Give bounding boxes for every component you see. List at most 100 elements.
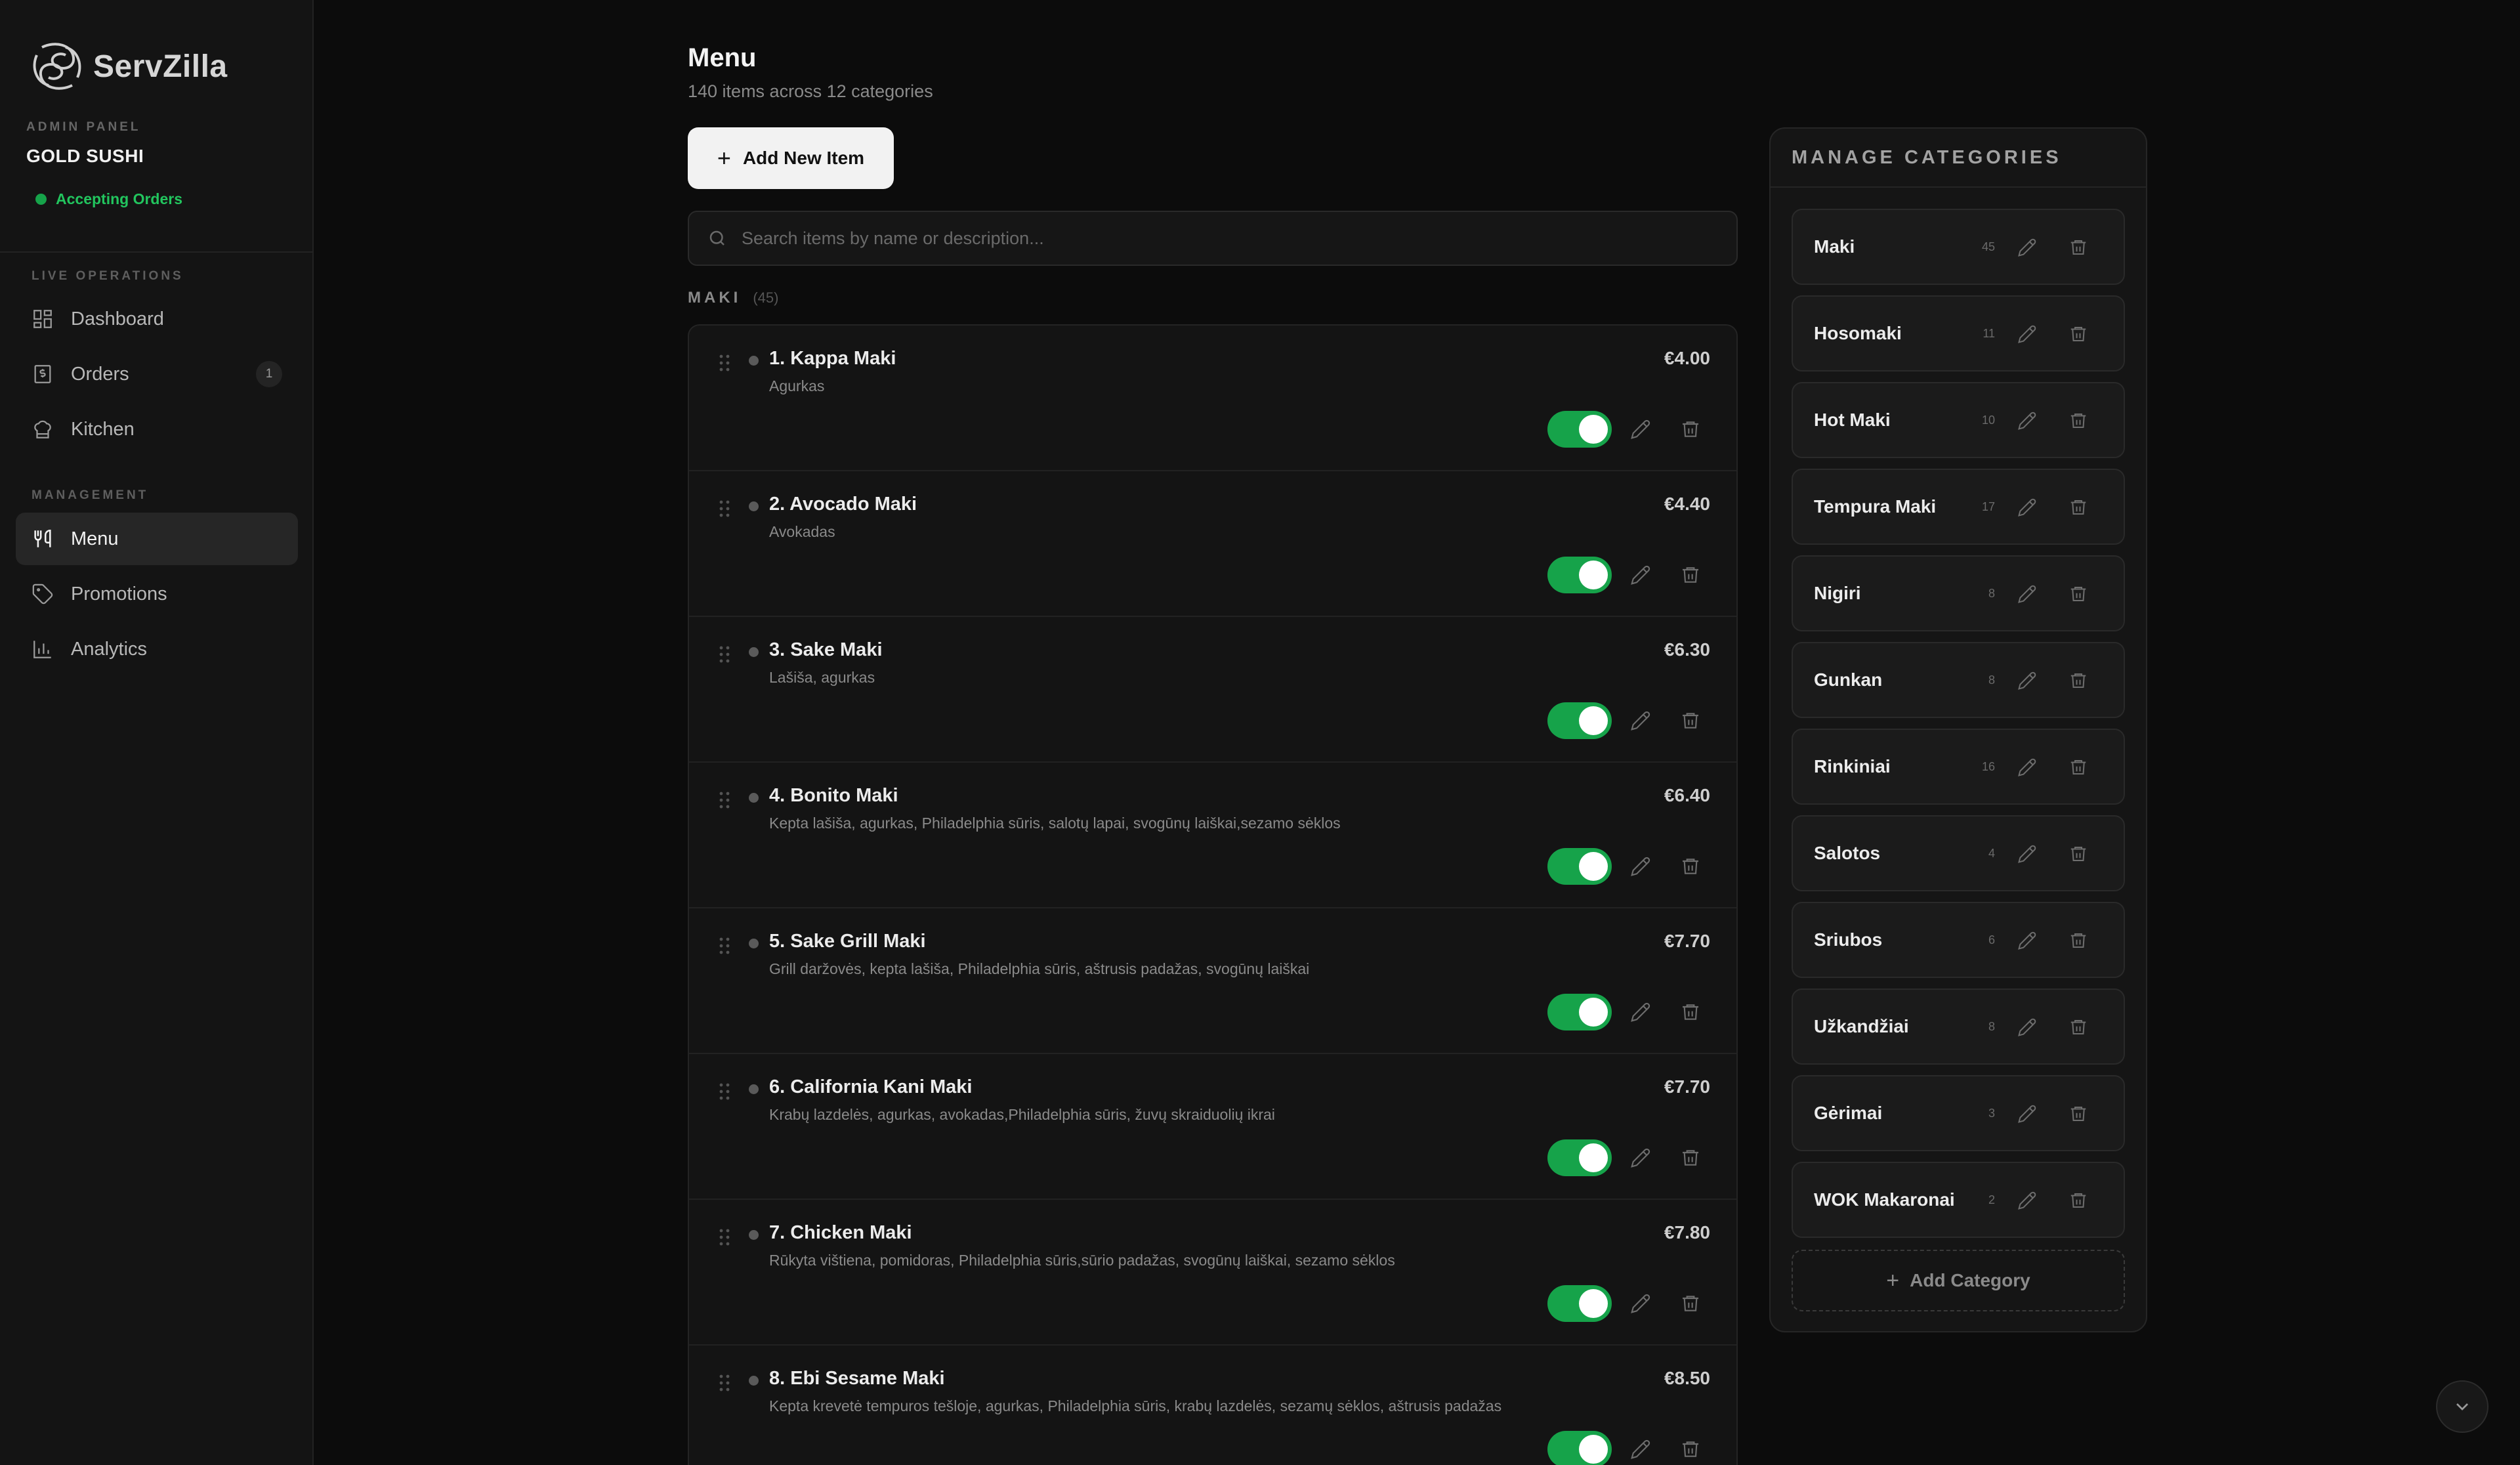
edit-pencil-icon[interactable] xyxy=(1629,709,1652,732)
edit-pencil-icon[interactable] xyxy=(2016,583,2038,605)
item-status-dot xyxy=(749,356,759,366)
category-count: 8 xyxy=(1988,673,1995,687)
menu-item-row[interactable]: 4. Bonito Maki Kepta lašiša, agurkas, Phi… xyxy=(689,763,1736,908)
sidebar-item-analytics[interactable]: Analytics xyxy=(16,623,298,675)
edit-pencil-icon[interactable] xyxy=(2016,236,2038,259)
drag-handle-icon[interactable] xyxy=(718,645,731,664)
category-card[interactable]: Gėrimai 3 xyxy=(1792,1075,2125,1151)
drag-handle-icon[interactable] xyxy=(718,936,731,956)
availability-toggle[interactable] xyxy=(1547,702,1612,739)
category-card[interactable]: Tempura Maki 17 xyxy=(1792,469,2125,545)
item-description: Lašiša, agurkas xyxy=(769,669,875,686)
availability-toggle[interactable] xyxy=(1547,994,1612,1030)
category-name: Hosomaki xyxy=(1814,323,1902,343)
toggle-knob xyxy=(1579,706,1608,735)
delete-trash-icon[interactable] xyxy=(1679,417,1702,441)
sidebar-item-kitchen[interactable]: Kitchen xyxy=(16,403,298,456)
availability-toggle[interactable] xyxy=(1547,411,1612,448)
category-card[interactable]: Hot Maki 10 xyxy=(1792,382,2125,458)
edit-pencil-icon[interactable] xyxy=(1629,1437,1652,1461)
delete-trash-icon[interactable] xyxy=(1679,709,1702,732)
edit-pencil-icon[interactable] xyxy=(1629,1292,1652,1315)
delete-trash-icon[interactable] xyxy=(2067,236,2090,259)
menu-item-row[interactable]: 6. California Kani Maki Krabų lazdelės, a… xyxy=(689,1054,1736,1200)
edit-pencil-icon[interactable] xyxy=(2016,323,2038,345)
edit-pencil-icon[interactable] xyxy=(1629,1000,1652,1024)
availability-toggle[interactable] xyxy=(1547,1139,1612,1176)
delete-trash-icon[interactable] xyxy=(2067,929,2090,952)
sidebar-item-orders[interactable]: Orders 1 xyxy=(16,348,298,400)
edit-pencil-icon[interactable] xyxy=(2016,1103,2038,1125)
category-card[interactable]: Maki 45 xyxy=(1792,209,2125,285)
category-card[interactable]: Sriubos 6 xyxy=(1792,902,2125,978)
edit-pencil-icon[interactable] xyxy=(1629,563,1652,587)
category-card[interactable]: Rinkiniai 16 xyxy=(1792,729,2125,805)
order-status[interactable]: Accepting Orders xyxy=(35,190,182,208)
category-card[interactable]: Gunkan 8 xyxy=(1792,642,2125,718)
edit-pencil-icon[interactable] xyxy=(2016,756,2038,778)
edit-pencil-icon[interactable] xyxy=(2016,410,2038,432)
category-card[interactable]: Hosomaki 11 xyxy=(1792,295,2125,372)
availability-toggle[interactable] xyxy=(1547,557,1612,593)
delete-trash-icon[interactable] xyxy=(2067,1103,2090,1125)
sidebar-item-label: Dashboard xyxy=(71,308,164,329)
edit-pencil-icon[interactable] xyxy=(2016,496,2038,519)
delete-trash-icon[interactable] xyxy=(1679,1000,1702,1024)
delete-trash-icon[interactable] xyxy=(1679,1292,1702,1315)
menu-item-row[interactable]: 5. Sake Grill Maki Grill daržovės, kepta … xyxy=(689,908,1736,1054)
drag-handle-icon[interactable] xyxy=(718,790,731,810)
delete-trash-icon[interactable] xyxy=(1679,563,1702,587)
item-price: €7.70 xyxy=(1664,1076,1710,1097)
drag-handle-icon[interactable] xyxy=(718,1227,731,1247)
delete-trash-icon[interactable] xyxy=(2067,1189,2090,1212)
add-category-button[interactable]: + Add Category xyxy=(1792,1250,2125,1311)
delete-trash-icon[interactable] xyxy=(1679,855,1702,878)
drag-handle-icon[interactable] xyxy=(718,1373,731,1393)
category-card[interactable]: WOK Makaronai 2 xyxy=(1792,1162,2125,1238)
delete-trash-icon[interactable] xyxy=(2067,496,2090,519)
drag-handle-icon[interactable] xyxy=(718,1082,731,1101)
delete-trash-icon[interactable] xyxy=(2067,323,2090,345)
item-description: Kepta krevetė tempuros tešloje, agurkas,… xyxy=(769,1397,1502,1414)
section-label-management: MANAGEMENT xyxy=(32,488,149,502)
delete-trash-icon[interactable] xyxy=(2067,583,2090,605)
edit-pencil-icon[interactable] xyxy=(2016,669,2038,692)
delete-trash-icon[interactable] xyxy=(2067,843,2090,865)
sidebar-item-menu[interactable]: Menu xyxy=(16,513,298,565)
brand[interactable]: ServZilla xyxy=(29,38,228,95)
edit-pencil-icon[interactable] xyxy=(2016,929,2038,952)
menu-item-row[interactable]: 7. Chicken Maki Rūkyta vištiena, pomidora… xyxy=(689,1200,1736,1346)
delete-trash-icon[interactable] xyxy=(2067,756,2090,778)
search-input[interactable] xyxy=(742,228,1693,249)
sidebar-item-promotions[interactable]: Promotions xyxy=(16,568,298,620)
item-price: €6.30 xyxy=(1664,639,1710,660)
item-name: 1. Kappa Maki xyxy=(769,348,896,369)
menu-item-row[interactable]: 2. Avocado Maki Avokadas €4.40 xyxy=(689,471,1736,617)
edit-pencil-icon[interactable] xyxy=(1629,855,1652,878)
sidebar-item-dashboard[interactable]: Dashboard xyxy=(16,293,298,345)
menu-item-row[interactable]: 1. Kappa Maki Agurkas €4.00 xyxy=(689,326,1736,471)
delete-trash-icon[interactable] xyxy=(1679,1146,1702,1170)
category-card[interactable]: Užkandžiai 8 xyxy=(1792,988,2125,1065)
add-new-item-button[interactable]: + Add New Item xyxy=(688,127,894,189)
availability-toggle[interactable] xyxy=(1547,1285,1612,1322)
edit-pencil-icon[interactable] xyxy=(1629,417,1652,441)
menu-item-row[interactable]: 3. Sake Maki Lašiša, agurkas €6.30 xyxy=(689,617,1736,763)
edit-pencil-icon[interactable] xyxy=(2016,1016,2038,1038)
delete-trash-icon[interactable] xyxy=(2067,1016,2090,1038)
delete-trash-icon[interactable] xyxy=(1679,1437,1702,1461)
item-description: Kepta lašiša, agurkas, Philadelphia sūri… xyxy=(769,815,1341,832)
drag-handle-icon[interactable] xyxy=(718,353,731,373)
category-card[interactable]: Salotos 4 xyxy=(1792,815,2125,891)
menu-item-row[interactable]: 8. Ebi Sesame Maki Kepta krevetė tempuros… xyxy=(689,1346,1736,1465)
edit-pencil-icon[interactable] xyxy=(2016,843,2038,865)
scroll-down-button[interactable] xyxy=(2436,1380,2488,1433)
edit-pencil-icon[interactable] xyxy=(2016,1189,2038,1212)
availability-toggle[interactable] xyxy=(1547,1431,1612,1465)
category-card[interactable]: Nigiri 8 xyxy=(1792,555,2125,631)
delete-trash-icon[interactable] xyxy=(2067,410,2090,432)
drag-handle-icon[interactable] xyxy=(718,499,731,519)
delete-trash-icon[interactable] xyxy=(2067,669,2090,692)
availability-toggle[interactable] xyxy=(1547,848,1612,885)
edit-pencil-icon[interactable] xyxy=(1629,1146,1652,1170)
